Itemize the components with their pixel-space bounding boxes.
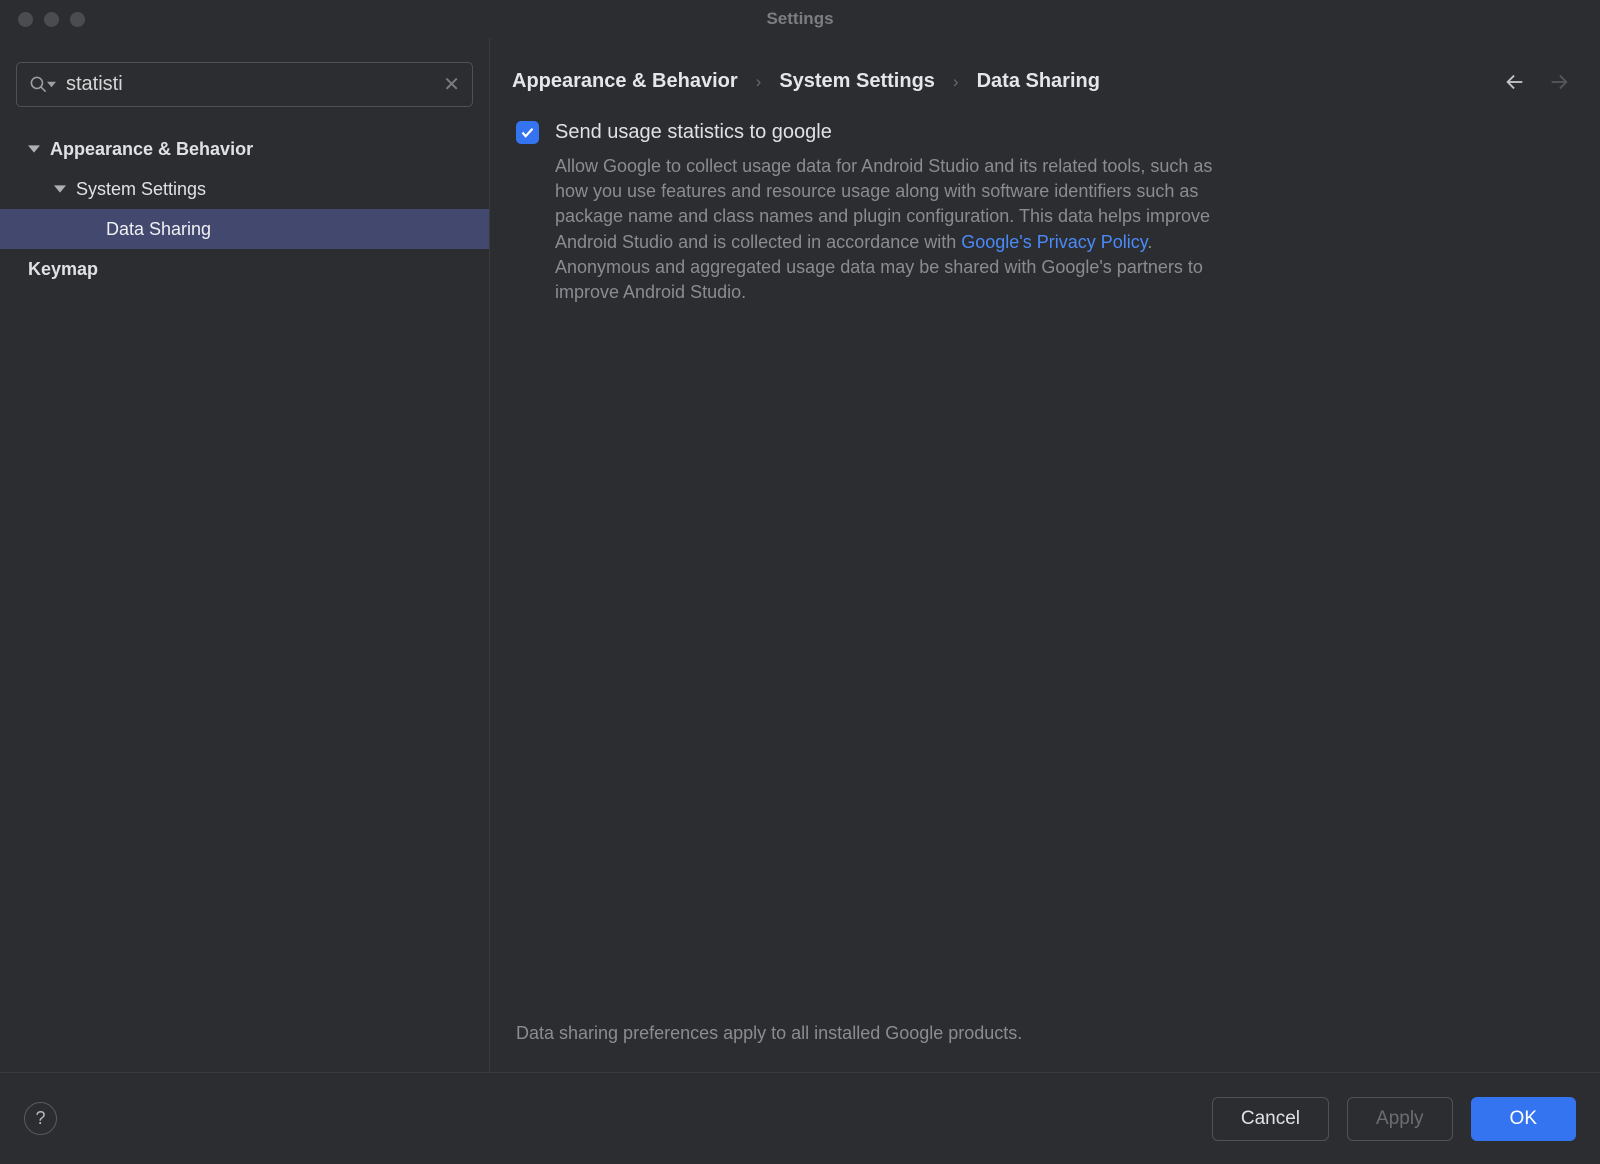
- breadcrumb-separator: ›: [756, 72, 762, 92]
- apply-button: Apply: [1347, 1097, 1453, 1141]
- help-icon: ?: [35, 1108, 45, 1129]
- search-icon: [29, 75, 56, 94]
- checkbox-row: Send usage statistics to google: [516, 121, 1574, 154]
- sidebar-item-appearance-behavior[interactable]: Appearance & Behavior: [0, 129, 489, 169]
- sidebar-item-label: System Settings: [76, 179, 206, 200]
- clear-search-icon[interactable]: ✕: [443, 72, 460, 97]
- window-title: Settings: [766, 9, 833, 29]
- search-input[interactable]: [56, 73, 443, 96]
- sidebar: ✕ Appearance & Behavior System Settings: [0, 38, 490, 1072]
- chevron-down-icon: [54, 183, 68, 195]
- footer-note: Data sharing preferences apply to all in…: [512, 1023, 1574, 1072]
- checkbox-description: Allow Google to collect usage data for A…: [555, 154, 1215, 305]
- breadcrumb-item[interactable]: System Settings: [779, 70, 935, 93]
- maximize-window-button[interactable]: [70, 12, 85, 27]
- breadcrumb-item: Data Sharing: [977, 70, 1100, 93]
- ok-button[interactable]: OK: [1471, 1097, 1576, 1141]
- sidebar-item-data-sharing[interactable]: Data Sharing: [0, 209, 489, 249]
- button-group: Cancel Apply OK: [1212, 1097, 1576, 1141]
- footer: ? Cancel Apply OK: [0, 1072, 1600, 1164]
- breadcrumb: Appearance & Behavior › System Settings …: [512, 70, 1100, 93]
- body: ✕ Appearance & Behavior System Settings: [0, 38, 1600, 1072]
- sidebar-item-label: Keymap: [28, 259, 98, 280]
- settings-tree: Appearance & Behavior System Settings Da…: [0, 125, 489, 289]
- settings-window: Settings ✕: [0, 0, 1600, 1164]
- sidebar-item-system-settings[interactable]: System Settings: [0, 169, 489, 209]
- breadcrumb-item[interactable]: Appearance & Behavior: [512, 70, 738, 93]
- sidebar-item-keymap[interactable]: Keymap: [0, 249, 489, 289]
- window-controls: [0, 12, 85, 27]
- close-window-button[interactable]: [18, 12, 33, 27]
- sidebar-item-label: Data Sharing: [106, 219, 211, 240]
- main-panel: Appearance & Behavior › System Settings …: [490, 38, 1600, 1072]
- minimize-window-button[interactable]: [44, 12, 59, 27]
- chevron-down-icon: [28, 143, 42, 155]
- privacy-policy-link[interactable]: Google's Privacy Policy: [961, 232, 1147, 252]
- breadcrumb-separator: ›: [953, 72, 959, 92]
- sidebar-item-label: Appearance & Behavior: [50, 139, 253, 160]
- content: Send usage statistics to google Allow Go…: [512, 121, 1574, 1023]
- nav-arrows: [1504, 71, 1574, 93]
- titlebar: Settings: [0, 0, 1600, 38]
- send-stats-checkbox[interactable]: [516, 121, 539, 144]
- cancel-button[interactable]: Cancel: [1212, 1097, 1329, 1141]
- back-arrow-icon[interactable]: [1504, 71, 1526, 93]
- help-button[interactable]: ?: [24, 1102, 57, 1135]
- checkbox-label[interactable]: Send usage statistics to google: [555, 121, 832, 144]
- main-header: Appearance & Behavior › System Settings …: [512, 70, 1574, 121]
- search-box[interactable]: ✕: [16, 62, 473, 107]
- forward-arrow-icon: [1548, 71, 1570, 93]
